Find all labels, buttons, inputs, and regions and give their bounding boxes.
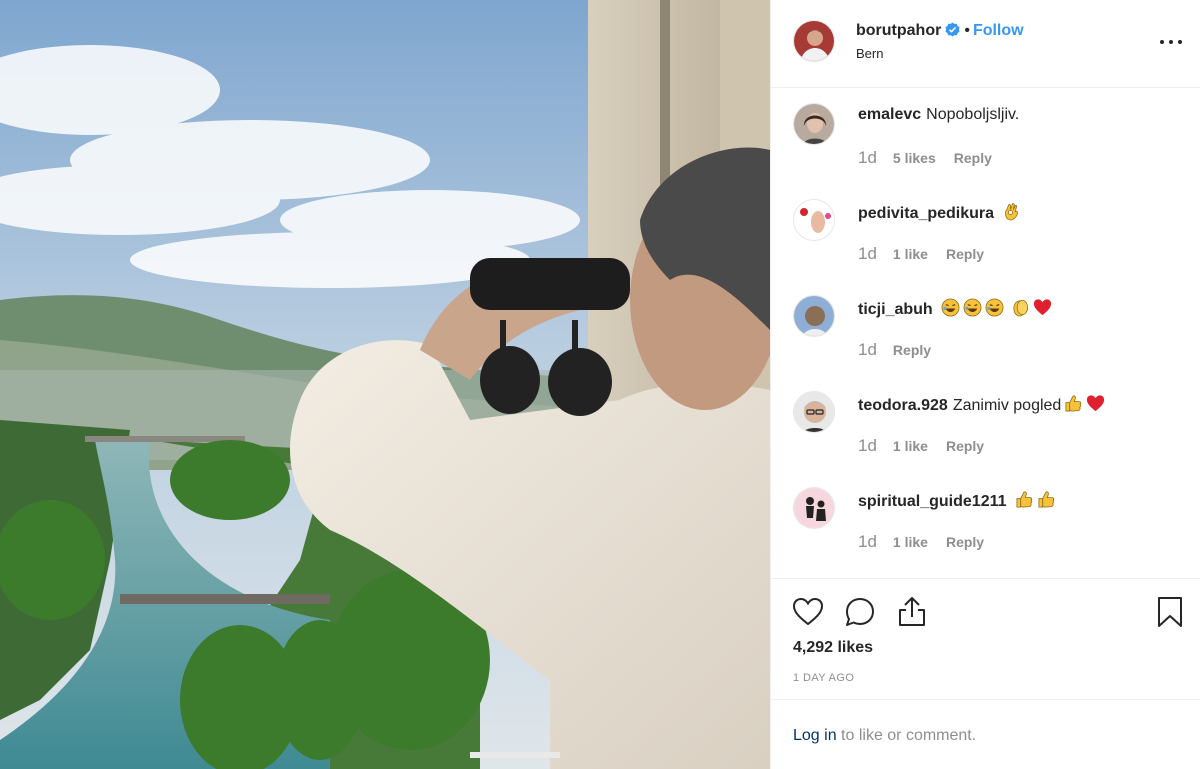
clap-emoji-icon (1013, 299, 1028, 317)
share-icon[interactable] (895, 595, 929, 629)
reply-button[interactable]: Reply (946, 438, 984, 454)
comment-text: Nopoboljsljiv. (926, 106, 1020, 123)
commenter-avatar[interactable] (793, 103, 835, 145)
post-time-ago[interactable]: 1 DAY AGO (793, 672, 854, 684)
reply-button[interactable]: Reply (946, 534, 984, 550)
rofl-emoji-icon (963, 298, 982, 317)
rofl-emoji-icon (985, 298, 1004, 317)
reply-button[interactable]: Reply (954, 150, 992, 166)
comment-age[interactable]: 1d (858, 532, 877, 551)
heart-icon[interactable] (791, 595, 825, 629)
comment-item: pedivita_pedikura 1d 1 like Reply (771, 185, 1200, 281)
comment-icon[interactable] (843, 595, 877, 629)
owner-username[interactable]: borutpahor (856, 22, 941, 39)
comment-text: Zanimiv pogled (952, 397, 1062, 414)
commenter-avatar[interactable] (793, 391, 835, 433)
comment-likes[interactable]: 1 like (893, 246, 928, 262)
comment-username[interactable]: teodora.928 (858, 397, 948, 414)
bookmark-icon[interactable] (1153, 595, 1187, 629)
comment-item: teodora.928 Zanimiv pogled 1d 1 like Reply (771, 377, 1200, 473)
likes-count[interactable]: 4,292 likes (793, 639, 873, 657)
comment-age[interactable]: 1d (858, 436, 877, 455)
comment-age[interactable]: 1d (858, 340, 877, 359)
post-photo[interactable] (0, 0, 770, 769)
login-prompt: Log in to like or comment. (793, 727, 976, 745)
comment-age[interactable]: 1d (858, 244, 877, 263)
post-side-panel: borutpahor • Follow Bern emalevc Nopoboljsl… (770, 0, 1200, 769)
separator-dot: • (964, 22, 970, 39)
comment-username[interactable]: spiritual_guide1211 (858, 493, 1007, 510)
comment-username[interactable]: ticji_abuh (858, 301, 933, 318)
thumbs-up-emoji-icon (1038, 491, 1054, 508)
post-header: borutpahor • Follow Bern (771, 0, 1200, 88)
post-image (0, 0, 770, 769)
comment-username[interactable]: pedivita_pedikura (858, 205, 994, 222)
reply-button[interactable]: Reply (893, 342, 931, 358)
owner-avatar[interactable] (793, 20, 835, 62)
comment-likes[interactable]: 1 like (893, 438, 928, 454)
comment-item: ticji_abuh 1d Reply (771, 281, 1200, 377)
comment-likes[interactable]: 5 likes (893, 150, 936, 166)
red-heart-emoji-icon (1033, 299, 1051, 316)
post-actions: 4,292 likes 1 DAY AGO (771, 578, 1200, 700)
commenter-avatar[interactable] (793, 199, 835, 241)
post-location[interactable]: Bern (856, 46, 883, 61)
login-prompt-text: to like or comment. (836, 727, 977, 744)
commenter-avatar[interactable] (793, 487, 835, 529)
comments-list[interactable]: emalevc Nopoboljsljiv. 1d 5 likes Reply ped… (771, 89, 1200, 577)
thumbs-up-emoji-icon (1065, 395, 1082, 412)
reply-button[interactable]: Reply (946, 246, 984, 262)
comment-item: spiritual_guide1211 1d 1 like Reply (771, 473, 1200, 569)
ok-hand-emoji-icon (1005, 203, 1018, 221)
comment-item: emalevc Nopoboljsljiv. 1d 5 likes Reply (771, 89, 1200, 185)
comment-age[interactable]: 1d (858, 148, 877, 167)
thumbs-up-emoji-icon (1016, 491, 1032, 508)
more-options-icon[interactable] (1159, 32, 1183, 52)
follow-button[interactable]: Follow (973, 22, 1024, 39)
comment-username[interactable]: emalevc (858, 106, 921, 123)
login-link[interactable]: Log in (793, 727, 837, 744)
red-heart-emoji-icon (1087, 395, 1105, 412)
commenter-avatar[interactable] (793, 295, 835, 337)
comment-likes[interactable]: 1 like (893, 534, 928, 550)
verified-badge-icon (945, 22, 960, 37)
rofl-emoji-icon (941, 298, 960, 317)
